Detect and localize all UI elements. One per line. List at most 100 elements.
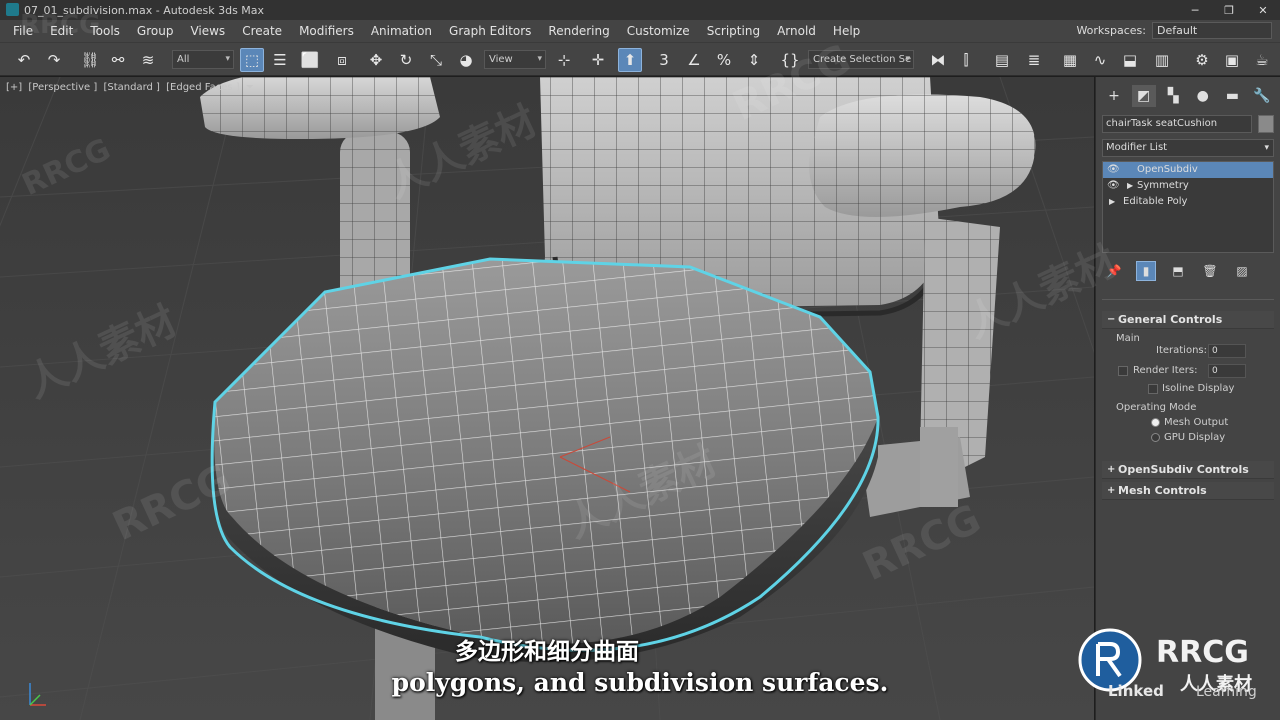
general-controls-rollout[interactable]: General Controls bbox=[1102, 311, 1274, 329]
schematic-view-icon[interactable]: ⬓ bbox=[1118, 48, 1142, 72]
undo-icon[interactable]: ↶ bbox=[12, 48, 36, 72]
viewport-menu-plus[interactable]: [+] bbox=[6, 82, 22, 93]
expand-arrow-icon[interactable]: ▶ bbox=[1109, 194, 1115, 210]
scene-render bbox=[0, 77, 1094, 720]
select-manipulate-icon[interactable]: ✛ bbox=[586, 48, 610, 72]
render-iters-spinner[interactable]: 0 bbox=[1208, 364, 1246, 378]
divider bbox=[1102, 299, 1274, 300]
menu-scripting[interactable]: Scripting bbox=[707, 24, 760, 38]
rect-selection-icon[interactable]: ⬜ bbox=[298, 48, 322, 72]
mirror-icon[interactable]: ⧓ bbox=[926, 48, 950, 72]
named-selection-dropdown[interactable]: Create Selection Se bbox=[808, 50, 914, 69]
menu-views[interactable]: Views bbox=[190, 24, 225, 38]
percent-snap-icon[interactable]: % bbox=[712, 48, 736, 72]
menu-group[interactable]: Group bbox=[137, 24, 174, 38]
unlink-icon[interactable]: ⚯ bbox=[106, 48, 130, 72]
scale-icon[interactable]: ⤡ bbox=[424, 48, 448, 72]
modify-icon[interactable]: ◩ bbox=[1131, 85, 1156, 107]
configure-modifier-sets-icon[interactable]: ▨ bbox=[1232, 261, 1252, 281]
menu-graph-editors[interactable]: Graph Editors bbox=[449, 24, 531, 38]
remove-modifier-icon[interactable]: 🗑 bbox=[1200, 261, 1220, 281]
stack-item-label: Editable Poly bbox=[1123, 196, 1188, 207]
select-by-name-icon[interactable]: ☰ bbox=[268, 48, 292, 72]
object-name-field[interactable]: chairTask seatCushion bbox=[1102, 115, 1252, 133]
make-unique-icon[interactable]: ⬒ bbox=[1168, 261, 1188, 281]
snaps-toggle-icon[interactable]: 3 bbox=[652, 48, 676, 72]
workspace-selector: Workspaces: Default bbox=[1076, 22, 1272, 39]
hierarchy-icon[interactable]: ▚ bbox=[1161, 85, 1185, 107]
align-icon[interactable]: ⫿ bbox=[954, 48, 978, 72]
scene-explorer-icon[interactable]: ▤ bbox=[990, 48, 1014, 72]
menu-file[interactable]: File bbox=[13, 24, 33, 38]
menu-tools[interactable]: Tools bbox=[90, 24, 120, 38]
isoline-checkbox[interactable] bbox=[1148, 384, 1158, 394]
app-icon bbox=[6, 3, 19, 16]
pin-stack-icon[interactable]: 📌 bbox=[1104, 261, 1124, 281]
title-bar: 07_01_subdivision.max - Autodesk 3ds Max… bbox=[0, 0, 1280, 20]
opensubdiv-controls-rollout[interactable]: OpenSubdiv Controls bbox=[1102, 461, 1274, 479]
display-icon[interactable]: ▬ bbox=[1220, 85, 1244, 107]
viewport-shading[interactable]: [Standard ] bbox=[103, 82, 159, 93]
funnel-icon[interactable]: ⏷ bbox=[246, 82, 254, 93]
select-object-icon[interactable]: ⬚ bbox=[240, 48, 264, 72]
workspace-dropdown[interactable]: Default bbox=[1152, 22, 1272, 39]
link-icon[interactable]: ⛓ bbox=[78, 48, 102, 72]
menu-edit[interactable]: Edit bbox=[50, 24, 73, 38]
render-production-icon[interactable]: ☕ bbox=[1250, 48, 1274, 72]
selection-filter-dropdown[interactable]: All bbox=[172, 50, 234, 69]
viewport-point-of-view[interactable]: [Perspective ] bbox=[28, 82, 97, 93]
show-end-result-icon[interactable]: ▮ bbox=[1136, 261, 1156, 281]
maximize-button[interactable]: ❐ bbox=[1212, 0, 1246, 20]
mesh-controls-rollout[interactable]: Mesh Controls bbox=[1102, 482, 1274, 500]
stack-tools: 📌 ▮ ⬒ 🗑 ▨ bbox=[1104, 261, 1274, 281]
layer-explorer-icon[interactable]: ≣ bbox=[1022, 48, 1046, 72]
pivot-center-icon[interactable]: ⊹ bbox=[552, 48, 576, 72]
mesh-output-radio[interactable] bbox=[1151, 418, 1160, 427]
viewport-display-mode[interactable]: [Edged Faces ] bbox=[166, 82, 240, 93]
stack-item-label: Symmetry bbox=[1137, 180, 1189, 191]
expand-arrow-icon[interactable]: ▶ bbox=[1127, 178, 1133, 194]
rotate-icon[interactable]: ↻ bbox=[394, 48, 418, 72]
perspective-viewport[interactable]: [+] [Perspective ] [Standard ] [Edged Fa… bbox=[0, 77, 1094, 720]
object-color-swatch[interactable] bbox=[1258, 115, 1274, 133]
curve-editor-icon[interactable]: ∿ bbox=[1088, 48, 1112, 72]
spinner-snap-icon[interactable]: ⇕ bbox=[742, 48, 766, 72]
render-setup-icon[interactable]: ⚙ bbox=[1190, 48, 1214, 72]
menu-modifiers[interactable]: Modifiers bbox=[299, 24, 354, 38]
ribbon-icon[interactable]: ▦ bbox=[1058, 48, 1082, 72]
minimize-button[interactable]: ─ bbox=[1178, 0, 1212, 20]
reference-coordinate-dropdown[interactable]: View bbox=[484, 50, 546, 69]
stack-item-symmetry[interactable]: 👁 ▶ Symmetry bbox=[1103, 178, 1273, 194]
menu-animation[interactable]: Animation bbox=[371, 24, 432, 38]
menu-customize[interactable]: Customize bbox=[627, 24, 690, 38]
stack-item-opensubdiv[interactable]: 👁 OpenSubdiv bbox=[1103, 162, 1273, 178]
menu-arnold[interactable]: Arnold bbox=[777, 24, 816, 38]
material-editor-icon[interactable]: ▥ bbox=[1150, 48, 1174, 72]
workspaces-label: Workspaces: bbox=[1076, 24, 1146, 37]
window-title: 07_01_subdivision.max - Autodesk 3ds Max bbox=[24, 3, 265, 17]
create-icon[interactable]: + bbox=[1102, 85, 1126, 107]
iterations-spinner[interactable]: 0 bbox=[1208, 344, 1246, 358]
redo-icon[interactable]: ↷ bbox=[42, 48, 66, 72]
angle-snap-icon[interactable]: ∠ bbox=[682, 48, 706, 72]
gpu-display-radio[interactable] bbox=[1151, 433, 1160, 442]
bind-spacewarp-icon[interactable]: ≋ bbox=[136, 48, 160, 72]
menu-help[interactable]: Help bbox=[833, 24, 860, 38]
keyboard-shortcut-override-icon[interactable]: ⬆ bbox=[618, 48, 642, 72]
close-button[interactable]: ✕ bbox=[1246, 0, 1280, 20]
menu-create[interactable]: Create bbox=[242, 24, 282, 38]
iterations-label: Iterations: bbox=[1156, 345, 1207, 356]
place-icon[interactable]: ◕ bbox=[454, 48, 478, 72]
motion-icon[interactable]: ● bbox=[1191, 85, 1215, 107]
render-iters-checkbox[interactable] bbox=[1118, 366, 1128, 376]
move-icon[interactable]: ✥ bbox=[364, 48, 388, 72]
modifier-list-dropdown[interactable]: Modifier List bbox=[1102, 139, 1274, 157]
eye-icon[interactable]: 👁 bbox=[1107, 178, 1120, 194]
rendered-frame-window-icon[interactable]: ▣ bbox=[1220, 48, 1244, 72]
utilities-icon[interactable]: 🔧 bbox=[1250, 85, 1274, 107]
stack-item-editable-poly[interactable]: ▶ Editable Poly bbox=[1103, 194, 1273, 210]
edit-named-selection-icon[interactable]: {} bbox=[778, 48, 802, 72]
window-crossing-icon[interactable]: ⧈ bbox=[330, 48, 354, 72]
menu-rendering[interactable]: Rendering bbox=[548, 24, 609, 38]
eye-icon[interactable]: 👁 bbox=[1107, 162, 1120, 178]
